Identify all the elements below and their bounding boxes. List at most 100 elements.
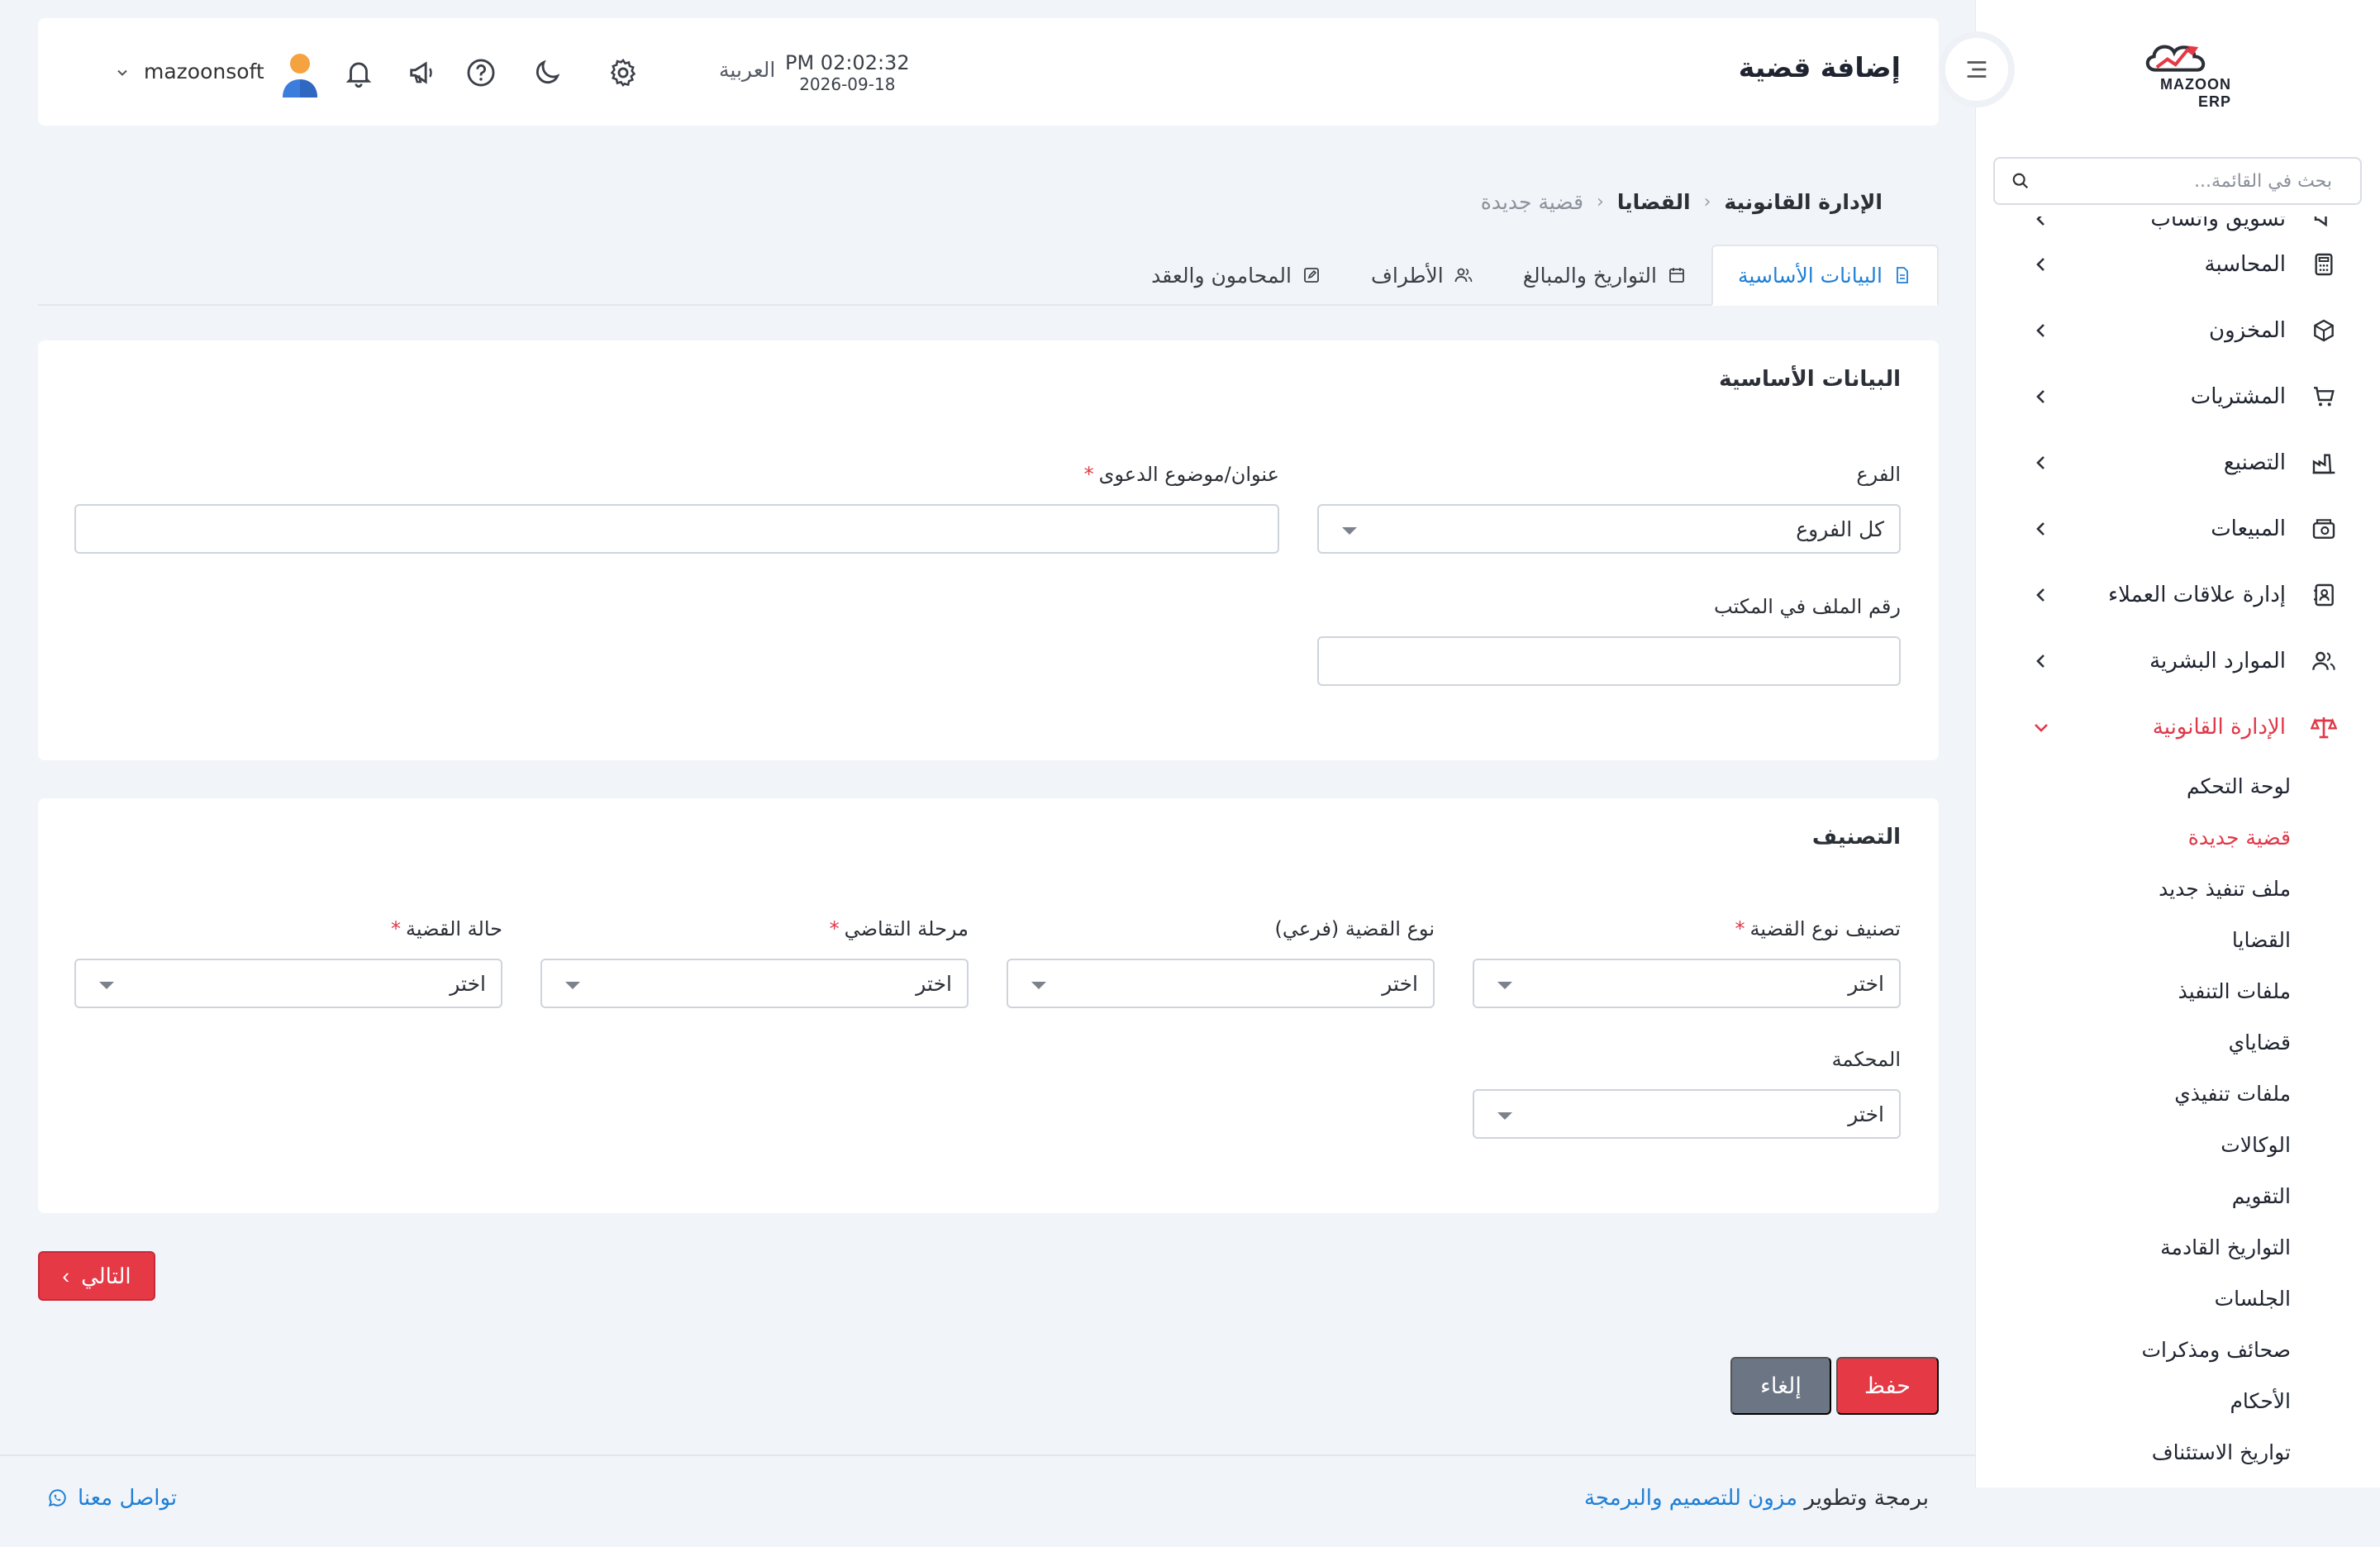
section-title: التصنيف	[1811, 825, 1901, 850]
brand-logo[interactable]: MAZOON ERP	[2124, 36, 2231, 111]
username[interactable]: mazoonsoft	[144, 60, 264, 83]
caret-down-icon	[1497, 982, 1512, 989]
next-button-label: التالي	[81, 1263, 131, 1288]
stage-select[interactable]: اختر	[540, 959, 969, 1008]
help-icon[interactable]	[463, 55, 499, 91]
submenu-item[interactable]: التقويم	[1975, 1170, 2291, 1221]
submenu-item[interactable]: لوحة التحكم	[1975, 760, 2291, 812]
whatsapp-icon	[48, 1489, 66, 1507]
submenu-item[interactable]: الجلسات	[1975, 1273, 2291, 1324]
branch-select[interactable]: كل الفروع	[1317, 504, 1901, 554]
footer-credit-link[interactable]: مزون للتصميم والبرمجة	[1584, 1486, 1797, 1511]
language-switch[interactable]: العربية	[719, 58, 775, 82]
court-select-value: اختر	[1848, 1102, 1884, 1126]
sidebar-item-2[interactable]: المشتريات	[1975, 364, 2380, 430]
chevron-left-icon	[2036, 522, 2044, 536]
search-icon	[2012, 173, 2029, 189]
sidebar-item-0[interactable]: المحاسبة	[1975, 231, 2380, 298]
edit-icon	[1304, 268, 1319, 283]
sidebar-item-5[interactable]: إدارة علاقات العملاء	[1975, 562, 2380, 628]
announcement-icon[interactable]	[405, 55, 441, 91]
caret-down-icon	[1031, 982, 1046, 989]
status-select-value: اختر	[450, 971, 486, 996]
chevron-left-icon	[2036, 456, 2044, 469]
tab-dates-amounts[interactable]: التواريخ والمبالغ	[1498, 245, 1711, 306]
settings-icon[interactable]	[605, 55, 641, 91]
tab-parties[interactable]: الأطراف	[1346, 245, 1498, 306]
clock-date: 2026-09-18	[799, 74, 896, 94]
tab-label: الأطراف	[1370, 263, 1444, 288]
submenu-item[interactable]: ملف تنفيذ جديد	[1975, 863, 2291, 914]
sidebar-item-label: تسويق واتساب	[2150, 217, 2286, 231]
submenu-item[interactable]: ملفات التنفيذ	[1975, 965, 2291, 1016]
calculator-icon	[2309, 250, 2339, 279]
subject-label: عنوان/موضوع الدعوى*	[1083, 463, 1279, 486]
breadcrumb-root[interactable]: الإدارة القانونية	[1724, 190, 1883, 214]
submenu-item[interactable]: الأحكام	[1975, 1375, 2291, 1426]
sidebar-menu: تسويق واتساب المحاسبة المخزون المشتريات الت…	[1975, 217, 2380, 1488]
tab-label: البيانات الأساسية	[1738, 263, 1883, 288]
submenu-item[interactable]: صحائف ومذكرات	[1975, 1324, 2291, 1375]
contact-us-link[interactable]: تواصل معنا	[46, 1486, 177, 1511]
users-icon	[2309, 646, 2339, 676]
sidebar-item-legal[interactable]: الإدارة القانونية	[1975, 694, 2380, 760]
chevron-left-icon	[2036, 588, 2044, 602]
next-button[interactable]: التالي ›	[38, 1251, 155, 1301]
submenu-item[interactable]: تواريخ الاستئناف	[1975, 1426, 2291, 1478]
sidebar-item-label: المشتريات	[2190, 384, 2286, 409]
chevron-left-icon	[2036, 654, 2044, 668]
footer-credit: برمجة وتطوير مزون للتصميم والبرمجة	[1584, 1486, 1929, 1511]
status-label: حالة القضية*	[391, 917, 502, 940]
submenu-item[interactable]: قضاياي	[1975, 1016, 2291, 1068]
tab-lawyers-contract[interactable]: المحامون والعقد	[1126, 245, 1346, 306]
tab-label: التواريخ والمبالغ	[1522, 263, 1657, 288]
sidebar-search	[1993, 157, 2362, 205]
calendar-icon	[1669, 268, 1684, 283]
factory-icon	[2309, 448, 2339, 478]
scale-icon	[2309, 712, 2339, 742]
chevron-down-icon	[2035, 724, 2048, 732]
submenu-item[interactable]: الوكالات	[1975, 1119, 2291, 1170]
sidebar-toggle-button[interactable]	[1939, 31, 2015, 107]
avatar[interactable]	[279, 51, 321, 99]
submenu-item[interactable]: قضية جديدة	[1975, 812, 2291, 863]
sidebar-item-label: المخزون	[2209, 318, 2286, 343]
save-button[interactable]: حفظ	[1836, 1357, 1939, 1415]
basic-data-card: البيانات الأساسية الفرع كل الفروع عنوان/…	[38, 340, 1939, 760]
cancel-button[interactable]: إلغاء	[1730, 1357, 1831, 1415]
dark-mode-icon[interactable]	[529, 55, 565, 91]
chevron-left-icon	[2036, 390, 2044, 403]
sidebar-search-input[interactable]	[2030, 170, 2332, 192]
submenu-item[interactable]: ملفات تنفيذي	[1975, 1068, 2291, 1119]
case-type-select-value: اختر	[1848, 971, 1884, 996]
caret-down-icon	[1342, 527, 1357, 535]
sub-type-label: نوع القضية (فرعي)	[1274, 917, 1435, 940]
sidebar-item-3[interactable]: التصنيع	[1975, 430, 2380, 496]
submenu-item[interactable]: القضايا	[1975, 914, 2291, 965]
file-number-input[interactable]	[1317, 636, 1901, 686]
court-select[interactable]: اختر	[1473, 1089, 1901, 1139]
subject-input[interactable]	[74, 504, 1279, 554]
caret-down-icon	[565, 982, 580, 989]
court-label: المحكمة	[1831, 1048, 1901, 1071]
submenu-item[interactable]: التواريخ القادمة	[1975, 1221, 2291, 1273]
tab-basic-data[interactable]: البيانات الأساسية	[1711, 245, 1939, 306]
file-number-label: رقم الملف في المكتب	[1714, 595, 1901, 618]
clock-time: PM 02:02:32	[785, 51, 910, 74]
sidebar-item-1[interactable]: المخزون	[1975, 298, 2380, 364]
caret-down-icon	[99, 982, 114, 989]
breadcrumb: الإدارة القانونية ‹ القضايا ‹ قضية جديدة	[1481, 190, 1883, 214]
chevron-down-icon[interactable]	[114, 64, 131, 81]
classification-card: التصنيف تصنيف نوع القضية* اختر نوع القضي…	[38, 798, 1939, 1213]
breadcrumb-parent[interactable]: القضايا	[1617, 190, 1691, 214]
sidebar-item-4[interactable]: المبيعات	[1975, 496, 2380, 562]
status-select[interactable]: اختر	[74, 959, 502, 1008]
case-type-select[interactable]: اختر	[1473, 959, 1901, 1008]
sidebar-item-6[interactable]: الموارد البشرية	[1975, 628, 2380, 694]
bell-icon[interactable]	[340, 55, 377, 91]
menu-icon	[1967, 61, 1987, 78]
stage-label: مرحلة التقاضي*	[829, 917, 969, 940]
sub-type-select[interactable]: اختر	[1007, 959, 1435, 1008]
sidebar-item-whatsapp[interactable]: تسويق واتساب	[1975, 217, 2380, 231]
contact-us-label: تواصل معنا	[78, 1486, 178, 1511]
